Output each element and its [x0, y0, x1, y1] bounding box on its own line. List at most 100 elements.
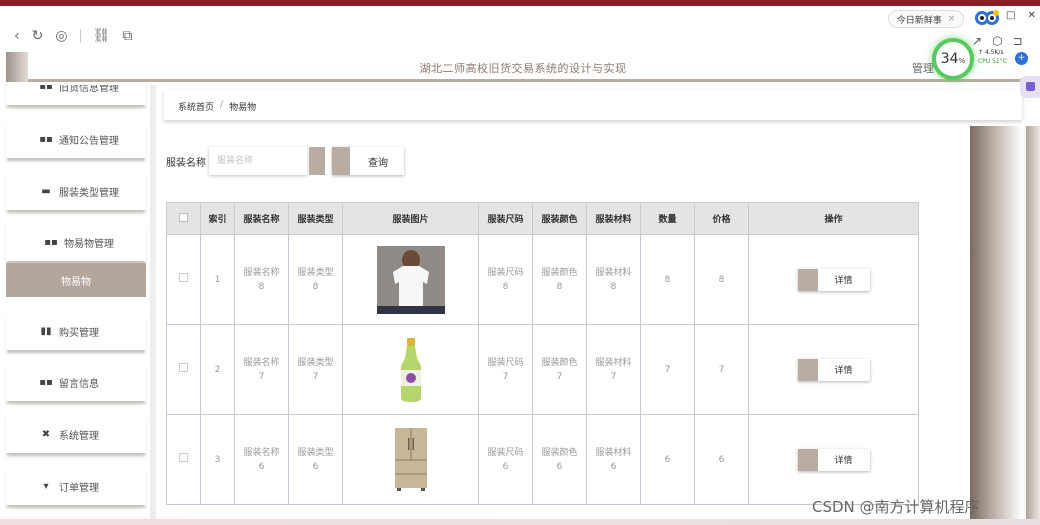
sidebar-item-notices[interactable]: ▪▪ 通知公告管理 — [6, 120, 146, 158]
sidebar-item-used-goods[interactable]: ▪▪ 旧货信息管理 — [6, 85, 146, 105]
action-cell: 详情 — [748, 324, 919, 415]
image-cell — [342, 414, 479, 505]
perf-unit: % — [958, 57, 966, 65]
sidebar-item-label: 系统管理 — [59, 430, 99, 442]
cell-text: 服装颜色 — [541, 267, 578, 278]
material-cell: 服装材料 6 — [586, 414, 641, 505]
row-checkbox[interactable] — [179, 272, 188, 282]
search-label: 服装名称 — [166, 158, 206, 169]
share-icon[interactable]: ↗ — [972, 34, 982, 48]
admin-label[interactable]: 管理 — [912, 60, 934, 76]
cell-text: 服装类型 — [297, 267, 334, 278]
cell-number: 8 — [556, 281, 563, 292]
column-header: 操作 — [748, 202, 919, 235]
grid-icon: ▪▪ — [39, 133, 53, 145]
cell-text: 服装尺码 — [487, 357, 524, 368]
browser-tools: ↗ ⬡ ⊐ — [972, 34, 1023, 48]
cpu-temp: CPU 51°C — [978, 58, 1007, 65]
column-header: 服装尺码 — [478, 202, 533, 235]
detail-button[interactable]: 详情 — [797, 358, 870, 381]
quantity-cell: 6 — [640, 414, 695, 505]
bar-chart-icon: ▮▮ — [40, 325, 52, 337]
quantity-cell: 7 — [640, 324, 695, 415]
cell-text: 服装颜色 — [541, 447, 578, 458]
row-checkbox[interactable] — [179, 362, 188, 372]
cube-icon[interactable]: ⬡ — [992, 34, 1002, 48]
sidebar-item-clothing-types[interactable]: ▬ 服装类型管理 — [6, 172, 146, 210]
index-cell: 1 — [200, 234, 235, 325]
window-controls: □ ✕ — [1006, 10, 1036, 21]
breadcrumb-home[interactable]: 系统首页 — [178, 100, 214, 113]
select-all-checkbox[interactable] — [179, 212, 188, 222]
type-cell: 服装类型 6 — [288, 414, 343, 505]
image-cell — [342, 324, 479, 415]
sidebar-item-messages[interactable]: ▪▪ 留言信息 — [6, 363, 146, 401]
back-icon[interactable]: ‹ — [14, 28, 20, 44]
cell-number: 6 — [610, 461, 617, 472]
detail-button[interactable]: 详情 — [797, 448, 870, 471]
sidebar-icon[interactable]: ⊐ — [1013, 34, 1023, 48]
grid-icon: ▪▪ — [44, 236, 58, 248]
column-header: 价格 — [694, 202, 749, 235]
cell-number: 7 — [502, 371, 509, 382]
performance-widget[interactable]: 34% — [932, 38, 974, 80]
select-all-cell[interactable] — [166, 202, 201, 235]
cell-text: 服装颜色 — [541, 357, 578, 368]
sidebar-item-barter[interactable]: 物易物 — [6, 263, 146, 297]
sidebar: ▪▪ 旧货信息管理 ▪▪ 通知公告管理 ▬ 服装类型管理 ▪▪ 物易物管理 物易… — [0, 85, 150, 525]
table-row: 1 服装名称 8 服装类型 8 服装尺码 8 服装颜色 8 服装材料 8 8 8 详情 — [166, 234, 919, 325]
size-cell: 服装尺码 6 — [478, 414, 533, 505]
row-checkbox[interactable] — [179, 452, 188, 462]
cell-text: 服装类型 — [297, 357, 334, 368]
side-assistant-tab[interactable] — [1020, 76, 1040, 98]
upload-arrow-icon: ↑ — [978, 49, 984, 56]
column-header: 数量 — [640, 202, 695, 235]
price-cell: 7 — [694, 324, 749, 415]
action-cell: 详情 — [748, 234, 919, 325]
extension-icon[interactable]: ⧉ — [122, 28, 132, 44]
sidebar-item-label: 通知公告管理 — [59, 135, 119, 147]
news-label: 今日新鲜事 — [896, 15, 942, 26]
plus-icon[interactable]: + — [1015, 52, 1028, 65]
quantity-cell: 8 — [640, 234, 695, 325]
detail-button[interactable]: 详情 — [797, 268, 870, 291]
cell-number: 8 — [502, 281, 509, 292]
cell-number: 8 — [610, 281, 617, 292]
type-cell: 服装类型 7 — [288, 324, 343, 415]
table-row: 2 服装名称 7 服装类型 7 服装尺码 7 服装颜色 7 服装材料 7 7 7 详情 — [166, 324, 919, 415]
breadcrumb-separator: / — [220, 100, 224, 110]
bottom-strip — [0, 519, 1040, 525]
close-window-icon[interactable]: ✕ — [1027, 10, 1035, 21]
cell-text: 服装类型 — [297, 447, 334, 458]
row-select-cell[interactable] — [166, 324, 201, 415]
row-select-cell[interactable] — [166, 234, 201, 325]
size-cell: 服装尺码 8 — [478, 234, 533, 325]
close-icon[interactable]: × — [948, 14, 956, 24]
sidebar-item-purchases[interactable]: ▮▮ 购买管理 — [6, 312, 146, 350]
action-cell: 详情 — [748, 414, 919, 505]
right-decor-inner — [1026, 126, 1040, 525]
refresh-icon[interactable]: ↻ — [32, 28, 44, 44]
globe-icon[interactable]: ◎ — [55, 28, 67, 44]
cell-number: 7 — [312, 371, 319, 382]
minimize-icon[interactable]: □ — [1006, 10, 1015, 21]
perf-percent: 34 — [940, 51, 959, 67]
mascot-icon[interactable] — [974, 9, 1000, 27]
column-header: 服装图片 — [342, 202, 479, 235]
type-cell: 服装类型 8 — [288, 234, 343, 325]
query-button[interactable]: 查询 — [332, 147, 404, 175]
color-cell: 服装颜色 7 — [532, 324, 587, 415]
search-input[interactable] — [209, 147, 307, 175]
sidebar-item-barter-management[interactable]: ▪▪ 物易物管理 — [6, 223, 146, 261]
white-tshirt-image — [376, 245, 445, 314]
row-select-cell[interactable] — [166, 414, 201, 505]
material-cell: 服装材料 8 — [586, 234, 641, 325]
name-cell: 服装名称 8 — [234, 234, 289, 325]
sidebar-item-system[interactable]: ✖ 系统管理 — [6, 415, 146, 453]
cell-number: 8 — [312, 281, 319, 292]
link-icon[interactable]: ⛓ — [93, 28, 111, 44]
sidebar-item-orders[interactable]: ▾ 订单管理 — [6, 467, 146, 505]
news-pill[interactable]: 今日新鲜事 × — [888, 10, 964, 28]
index-cell: 2 — [200, 324, 235, 415]
sidebar-item-label: 服装类型管理 — [59, 187, 119, 199]
